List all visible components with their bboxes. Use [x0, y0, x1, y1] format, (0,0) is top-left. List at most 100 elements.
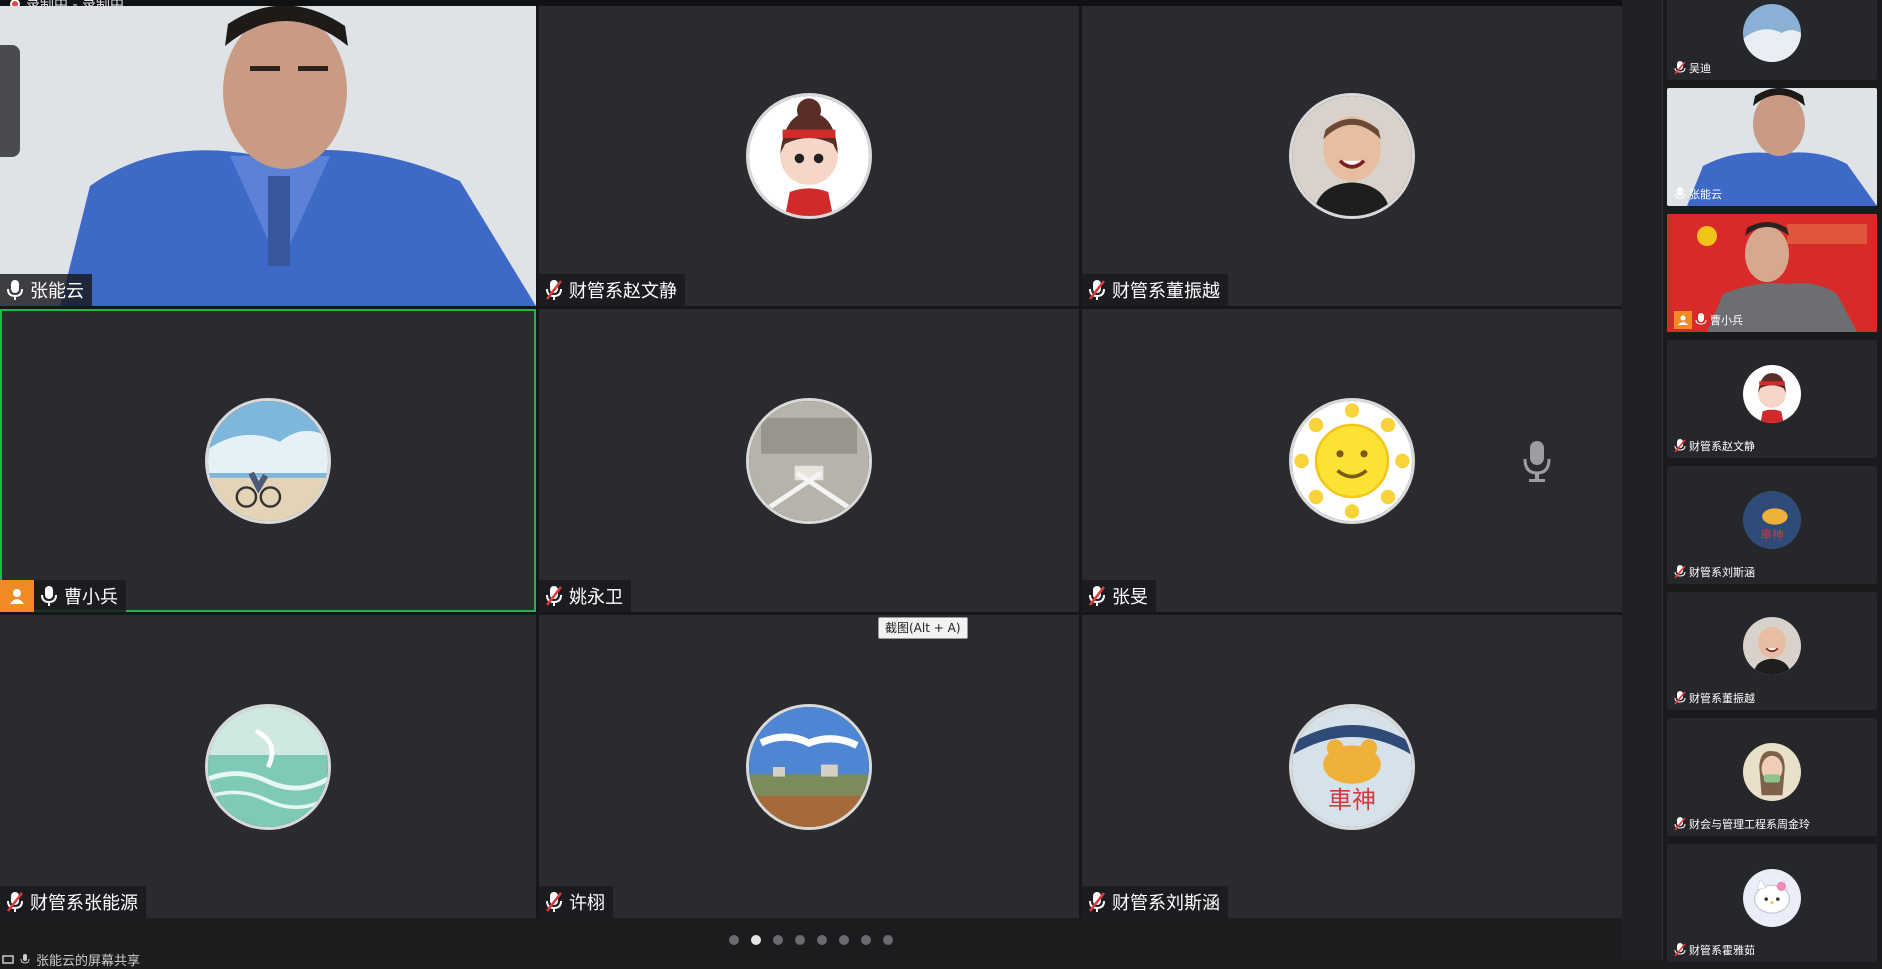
muted-microphone-icon [1089, 586, 1105, 606]
participant-name: 财管系董振越 [1112, 281, 1220, 302]
muted-microphone-icon [1674, 943, 1686, 957]
participant-tile[interactable]: 许栩 [539, 615, 1079, 918]
sidebar-participant[interactable]: 张能云 [1667, 88, 1877, 206]
video-grid: 张能云 财管系赵文静 财管系董振越 曹小兵 姚永卫 张旻 财管系张能源 许栩 車… [0, 6, 1622, 918]
muted-microphone-icon [1674, 61, 1686, 75]
sidebar-participant[interactable]: 車神 财管系刘斯涵 [1667, 466, 1877, 584]
page-indicator [0, 930, 1622, 950]
participant-tile-active[interactable]: 曹小兵 [0, 309, 536, 612]
host-badge-icon [0, 580, 34, 612]
participant-label: 张旻 [1082, 580, 1156, 612]
participant-label: 财管系董振越 [1082, 274, 1228, 306]
avatar [205, 703, 331, 830]
avatar [205, 397, 331, 524]
sidebar-participant-label: 财管系赵文静 [1671, 437, 1758, 455]
participant-tile[interactable]: 张能云 [0, 6, 536, 306]
participant-name: 张能云 [30, 281, 84, 302]
microphone-icon [1695, 313, 1707, 325]
muted-microphone-icon [1674, 817, 1686, 831]
participant-video [0, 6, 536, 306]
page-dot[interactable] [773, 935, 783, 945]
page-dot[interactable] [839, 935, 849, 945]
participant-name: 财会与管理工程系周金玲 [1689, 818, 1810, 831]
sidebar-participant-label: 吴迪 [1671, 59, 1714, 77]
svg-text:車神: 車神 [1328, 785, 1376, 813]
participant-name: 财管系张能源 [30, 893, 138, 914]
avatar [746, 397, 872, 524]
sidebar-participant-label: 财管系刘斯涵 [1671, 563, 1758, 581]
participant-label: 财管系赵文静 [539, 274, 685, 306]
participant-label: 财管系刘斯涵 [1082, 886, 1228, 918]
avatar [1743, 743, 1801, 802]
participant-label: 财管系张能源 [0, 886, 146, 918]
microphone-icon [1674, 187, 1686, 199]
avatar [746, 93, 872, 219]
panel-divider [1622, 0, 1662, 960]
participant-name: 许栩 [569, 893, 605, 914]
participant-name: 财管系赵文静 [1689, 440, 1755, 453]
participant-name: 张能云 [1689, 188, 1722, 201]
muted-microphone-icon [1674, 565, 1686, 579]
screenshot-tooltip: 截图(Alt + A) [878, 617, 968, 639]
participant-name: 曹小兵 [1710, 314, 1743, 327]
avatar [1743, 365, 1801, 424]
sidebar-participant[interactable]: 财会与管理工程系周金玲 [1667, 718, 1877, 836]
muted-microphone-icon [546, 280, 562, 300]
participant-name: 财管系赵文静 [569, 281, 677, 302]
sidebar-participant[interactable]: 吴迪 [1667, 0, 1877, 80]
large-microphone-icon [1523, 441, 1551, 482]
page-dot[interactable] [795, 935, 805, 945]
avatar: 車神 [1743, 491, 1801, 550]
muted-microphone-icon [1089, 892, 1105, 912]
participant-sidebar: 吴迪 张能云 曹小兵 财管系赵文静 車神 财管系刘斯涵 财管系董振越 财会与管理… [1663, 0, 1882, 962]
participant-name: 曹小兵 [64, 587, 118, 608]
microphone-icon [7, 280, 23, 300]
muted-microphone-icon [546, 892, 562, 912]
page-dot-current[interactable] [751, 935, 761, 945]
participant-name: 财管系霍雅茹 [1689, 944, 1755, 957]
sidebar-participant-label: 张能云 [1671, 185, 1725, 203]
participant-name: 姚永卫 [569, 587, 623, 608]
participant-tile[interactable]: 财管系赵文静 [539, 6, 1079, 306]
avatar [1743, 617, 1801, 676]
host-badge-icon [1674, 311, 1692, 329]
sidebar-participant-label: 财管系霍雅茹 [1671, 941, 1758, 959]
avatar [746, 703, 872, 830]
participant-label: 曹小兵 [0, 580, 126, 612]
page-dot[interactable] [817, 935, 827, 945]
sidebar-participant-active[interactable]: 曹小兵 [1667, 214, 1877, 332]
muted-microphone-icon [546, 586, 562, 606]
page-dot[interactable] [861, 935, 871, 945]
participant-tile[interactable]: 张旻 [1082, 309, 1622, 612]
participant-tile[interactable]: 财管系张能源 [0, 615, 536, 918]
avatar [1743, 869, 1801, 928]
participant-label: 张能云 [0, 274, 92, 306]
sidebar-participant[interactable]: 财管系董振越 [1667, 592, 1877, 710]
muted-microphone-icon [1674, 691, 1686, 705]
participant-name: 吴迪 [1689, 62, 1711, 75]
page-dot[interactable] [729, 935, 739, 945]
participant-label: 许栩 [539, 886, 613, 918]
sidebar-participant[interactable]: 财管系赵文静 [1667, 340, 1877, 458]
sidebar-participant-label: 财管系董振越 [1671, 689, 1758, 707]
participant-name: 财管系刘斯涵 [1689, 566, 1755, 579]
svg-text:車神: 車神 [1760, 528, 1783, 542]
avatar [1743, 3, 1801, 62]
participant-name: 财管系董振越 [1689, 692, 1755, 705]
sidebar-participant-label: 财会与管理工程系周金玲 [1671, 815, 1813, 833]
side-panel-tab[interactable] [0, 45, 20, 157]
avatar: 車神 [1289, 703, 1415, 830]
participant-name: 财管系刘斯涵 [1112, 893, 1220, 914]
microphone-icon [41, 586, 57, 606]
avatar [1289, 93, 1415, 219]
participant-label: 姚永卫 [539, 580, 631, 612]
muted-microphone-icon [7, 892, 23, 912]
avatar [1289, 397, 1415, 524]
sidebar-participant-label: 曹小兵 [1671, 311, 1746, 329]
participant-tile[interactable]: 姚永卫 [539, 309, 1079, 612]
page-dot[interactable] [883, 935, 893, 945]
sidebar-participant[interactable]: 财管系霍雅茹 [1667, 844, 1877, 962]
participant-tile[interactable]: 車神 财管系刘斯涵 [1082, 615, 1622, 918]
participant-tile[interactable]: 财管系董振越 [1082, 6, 1622, 306]
muted-microphone-icon [1674, 439, 1686, 453]
